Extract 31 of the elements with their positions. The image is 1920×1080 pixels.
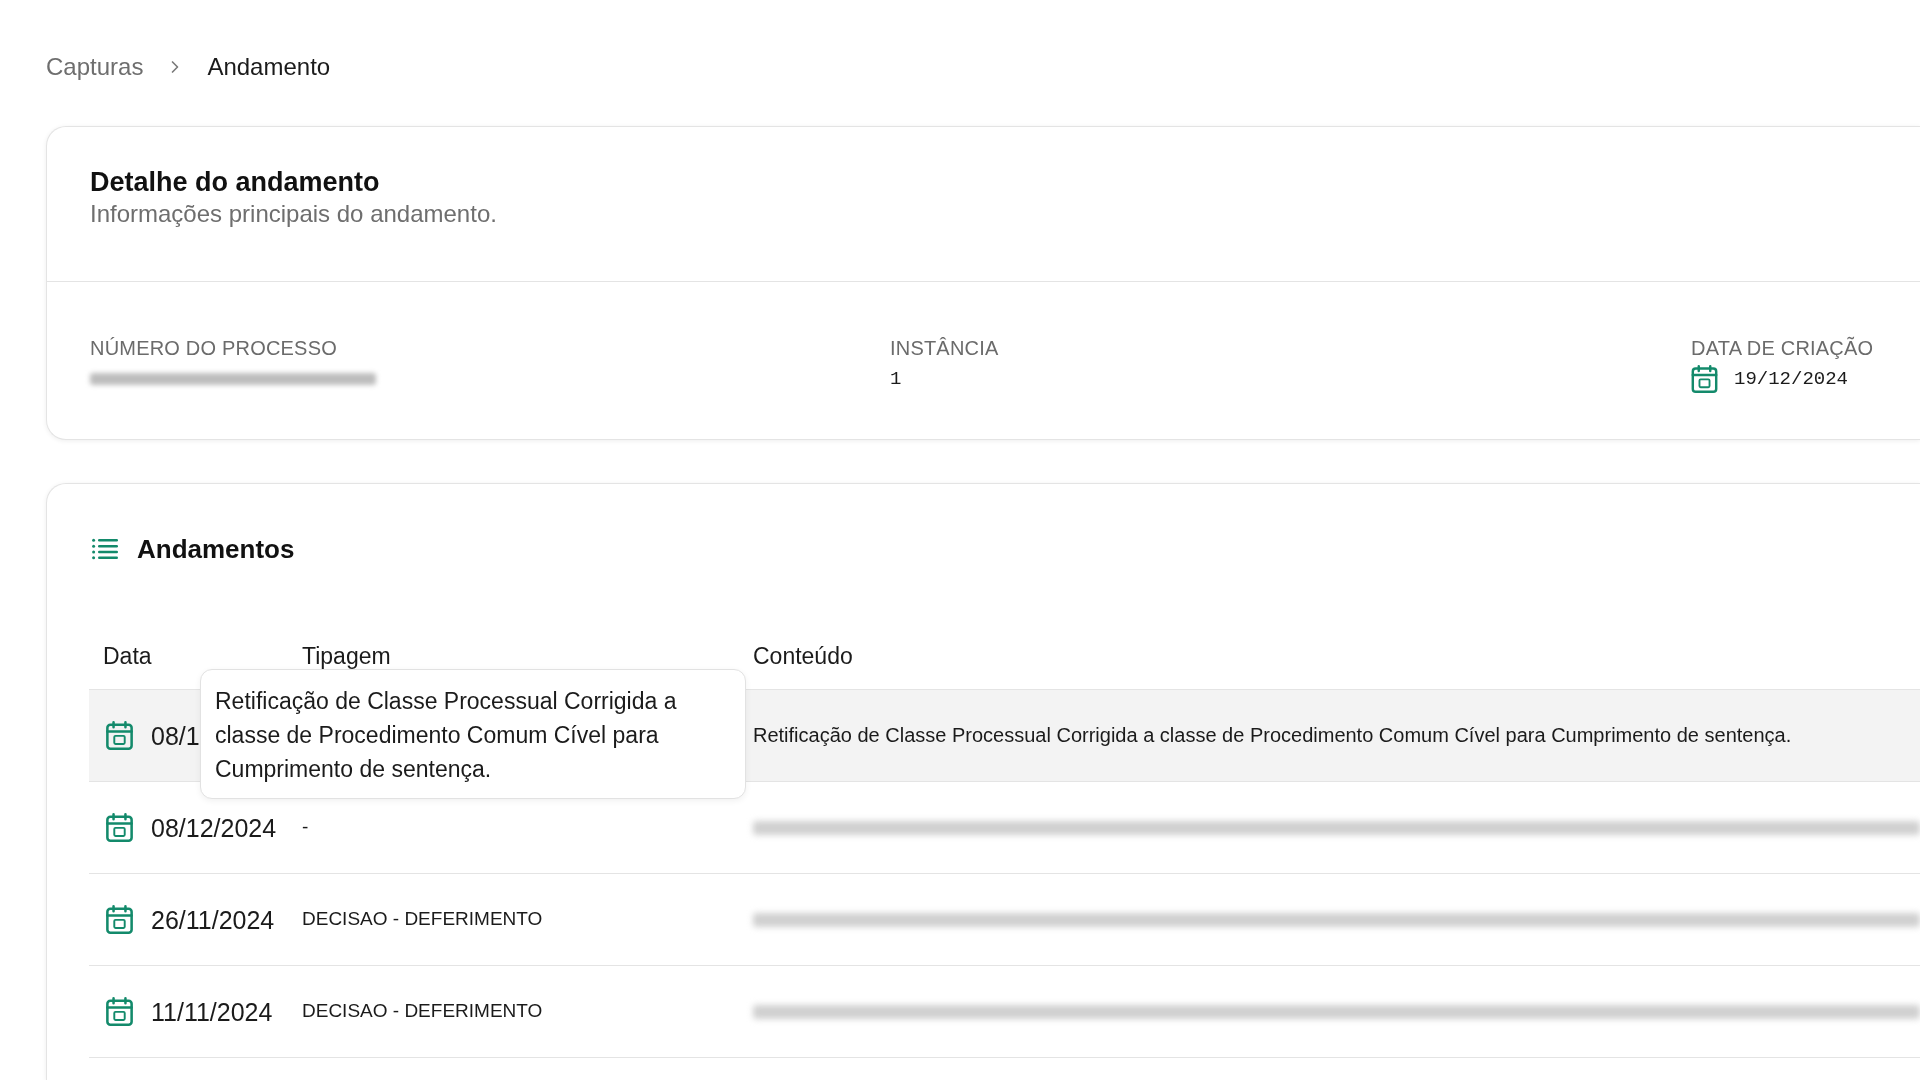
breadcrumb-link[interactable]: Andamento — [207, 51, 331, 82]
tipagem-text: DECISAO - DEFERIMENTO — [302, 908, 543, 929]
card-subtitle: Informações principais do andamento. — [90, 199, 498, 229]
date-value: 19/12/2024 — [1734, 367, 1849, 391]
calendar-icon — [106, 813, 133, 842]
date-text: 08/12/2024 — [151, 812, 277, 843]
list-icon — [92, 538, 118, 560]
field-value: 1 — [890, 367, 902, 391]
calendar-icon — [106, 905, 133, 934]
calendar-icon — [1691, 365, 1718, 393]
table-row[interactable]: 08/12/2024 - — [89, 782, 1920, 874]
calendar-icon — [106, 997, 133, 1026]
table-row[interactable]: 26/11/2024 DECISAO - DEFERIMENTO — [89, 874, 1920, 966]
field-label: DATA DE CRIAÇÃO — [1691, 336, 1875, 360]
column-header: Data — [103, 642, 152, 669]
tooltip: Retificação de Classe Processual Corrigida a classe de Procedimento Comum Cível para Cumprimento de sentença. — [200, 669, 746, 799]
table-row[interactable]: 11/11/2024 DECISAO - DEFERIMENTO — [89, 966, 1920, 1058]
card-title: Detalhe do andamento — [90, 166, 381, 199]
tipagem-text: DECISAO - DEFERIMENTO — [302, 1000, 543, 1021]
breadcrumb-link[interactable]: Capturas — [46, 51, 144, 82]
date-text: 08/1 — [151, 720, 200, 751]
date-text: 11/11/2024 — [151, 996, 273, 1027]
tipagem-text: - — [302, 816, 309, 837]
date-text: 26/11/2024 — [151, 904, 275, 935]
column-header: Conteúdo — [753, 642, 853, 669]
section-title: Andamentos — [137, 533, 295, 566]
content-text: Retificação de Classe Processual Corrigida a classe de Procedimento Comum Cível para Cumprimento de sentença. — [753, 724, 1792, 746]
field-label: NÚMERO DO PROCESSO — [90, 336, 338, 360]
calendar-icon — [106, 721, 133, 750]
column-header: Tipagem — [302, 642, 391, 669]
field-label: INSTÂNCIA — [890, 336, 1000, 360]
